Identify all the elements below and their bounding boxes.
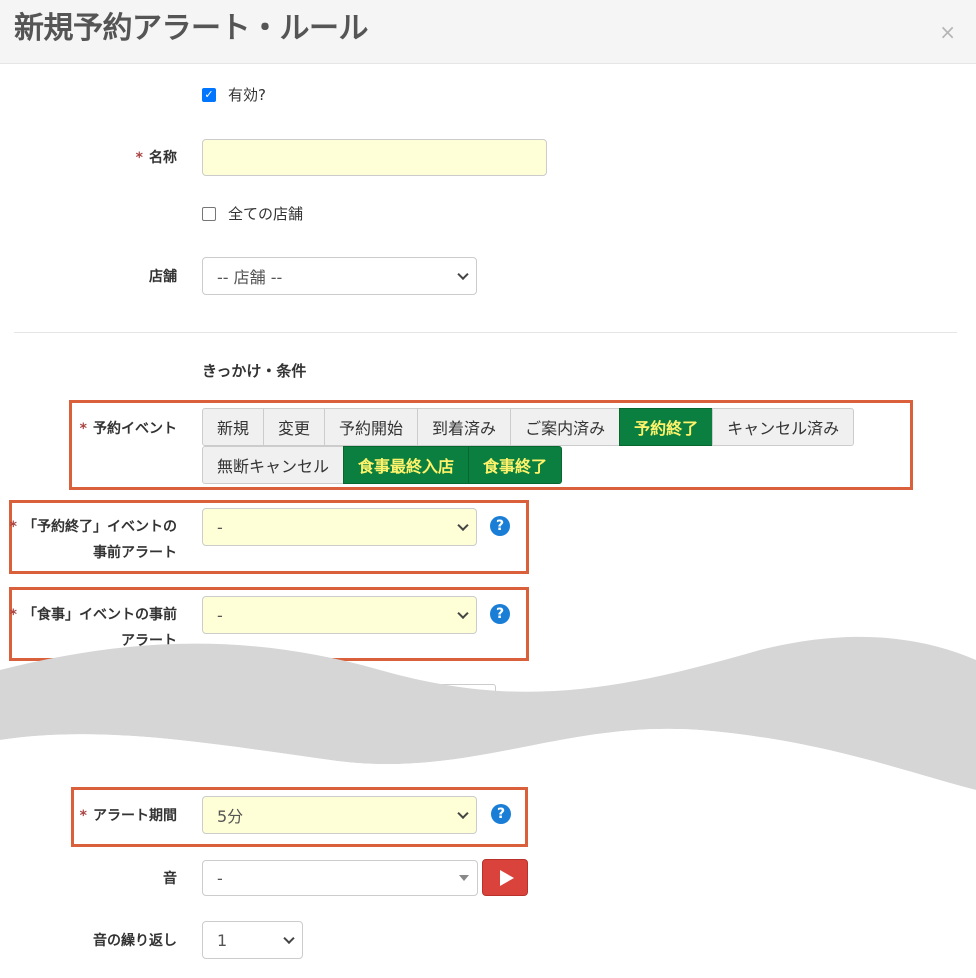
event-button-seated[interactable]: ご案内済み [510, 408, 621, 446]
event-button-end[interactable]: 予約終了 [619, 408, 714, 446]
question-circle-icon[interactable]: ? [491, 804, 511, 824]
section-divider [14, 332, 957, 333]
chevron-down-icon [457, 607, 469, 620]
chevron-down-icon [283, 932, 295, 945]
pre-alert-meal-select[interactable]: - [202, 596, 477, 634]
sound-repeat-value: 1 [217, 930, 228, 950]
name-input[interactable] [202, 139, 547, 176]
play-icon [499, 869, 514, 886]
event-button-no-show[interactable]: 無断キャンセル [202, 446, 345, 484]
alert-period-select[interactable]: 5分 [202, 796, 477, 834]
all-stores-checkbox-row[interactable]: 全ての店舗 [202, 203, 303, 224]
enabled-label: 有効? [228, 86, 266, 104]
reservation-event-buttons-row2: 無断キャンセル 食事最終入店 食事終了 [202, 446, 563, 484]
name-label: * 名称 [135, 150, 177, 166]
enabled-checkbox[interactable]: ✓ [202, 87, 216, 102]
required-mark: * [135, 150, 143, 166]
sound-value: - [217, 868, 223, 888]
event-button-last-order[interactable]: 食事最終入店 [343, 446, 470, 484]
dialog-title: 新規予約アラート・ルール [14, 11, 369, 46]
service-button-other[interactable] [436, 684, 497, 722]
service-type-label: ビ [163, 695, 177, 711]
alert-period-label: * アラート期間 [79, 808, 177, 824]
all-stores-label: 全ての店舗 [228, 205, 304, 223]
reservation-event-buttons-row1: 新規 変更 予約開始 到着済み ご案内済み 予約終了 キャンセル済み [202, 408, 855, 446]
reservation-event-label: * 予約イベント [79, 421, 177, 437]
store-label: 店舗 [149, 269, 177, 285]
pre-alert-end-value: - [217, 517, 223, 537]
pre-alert-meal-label: * 「食事」イベントの事前 アラート [9, 607, 177, 649]
service-type-buttons: レストラン予約 順番待ち [202, 684, 497, 722]
event-button-arrived[interactable]: 到着済み [417, 408, 512, 446]
chevron-down-icon [457, 807, 469, 820]
event-button-cancelled[interactable]: キャンセル済み [712, 408, 855, 446]
dialog-header: 新規予約アラート・ルール × [0, 0, 976, 64]
event-button-change[interactable]: 変更 [263, 408, 326, 446]
event-button-meal-end[interactable]: 食事終了 [468, 446, 563, 484]
store-select[interactable]: -- 店舗 -- [202, 257, 477, 295]
service-button-waitlist[interactable]: 順番待ち [343, 684, 438, 722]
dropdown-triangle-icon [459, 875, 469, 881]
pre-alert-meal-value: - [217, 605, 223, 625]
close-icon[interactable]: × [939, 22, 956, 42]
sound-repeat-select[interactable]: 1 [202, 921, 303, 959]
alert-period-value: 5分 [217, 807, 244, 826]
sound-repeat-label: 音の繰り返し [93, 933, 177, 949]
service-button-restaurant[interactable]: レストラン予約 [202, 684, 345, 722]
question-circle-icon[interactable]: ? [490, 604, 510, 624]
sound-select[interactable]: - [202, 860, 478, 896]
all-stores-checkbox[interactable] [202, 206, 216, 221]
chevron-down-icon [457, 519, 469, 532]
pre-alert-end-label: * 「予約終了」イベントの 事前アラート [9, 519, 177, 561]
event-button-new[interactable]: 新規 [202, 408, 265, 446]
event-button-start[interactable]: 予約開始 [324, 408, 419, 446]
enabled-checkbox-row[interactable]: ✓ 有効? [202, 84, 266, 105]
question-circle-icon[interactable]: ? [490, 516, 510, 536]
play-sound-button[interactable] [482, 859, 528, 896]
chevron-down-icon [457, 268, 469, 281]
section-title: きっかけ・条件 [202, 362, 307, 380]
pre-alert-end-select[interactable]: - [202, 508, 477, 546]
sound-label: 音 [163, 871, 177, 887]
store-select-value: -- 店舗 -- [217, 268, 283, 287]
